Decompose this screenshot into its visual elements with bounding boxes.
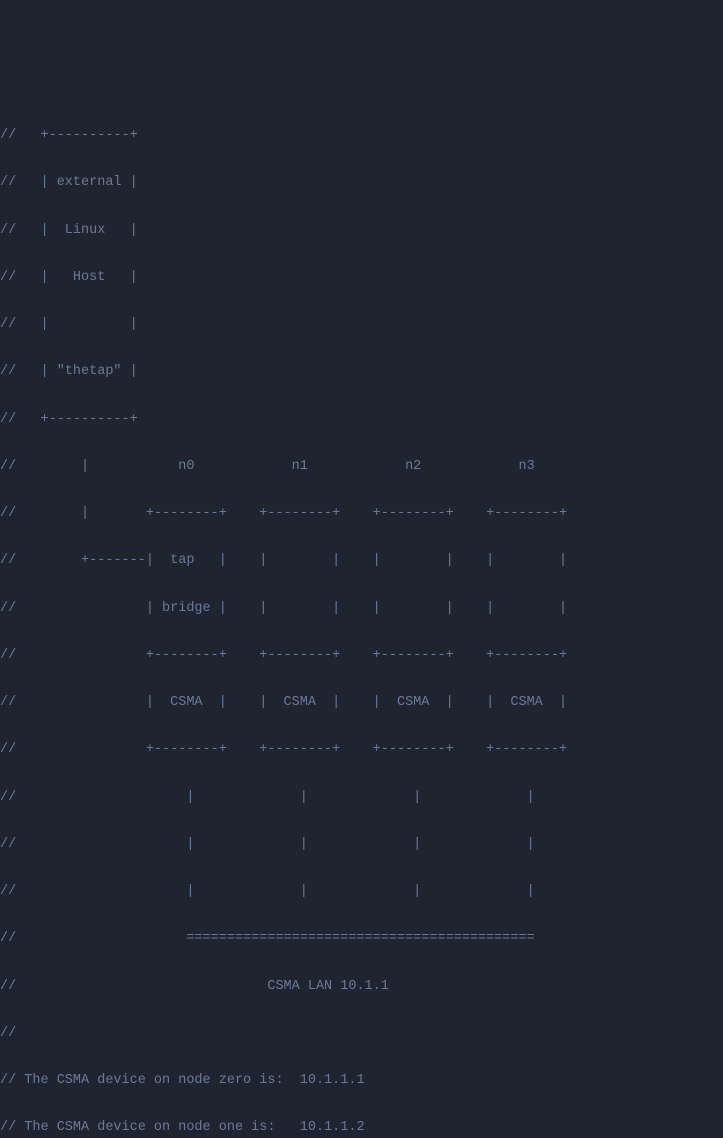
ascii-line: // | | | |	[0, 786, 723, 810]
ascii-line: // | "thetap" |	[0, 360, 723, 384]
ascii-line: // The CSMA device on node zero is: 10.1…	[0, 1069, 723, 1093]
ascii-line: // | | | |	[0, 833, 723, 857]
ascii-line: // +----------+	[0, 124, 723, 148]
ascii-line: // +----------+	[0, 408, 723, 432]
ascii-line: // | Linux |	[0, 219, 723, 243]
ascii-line: // | |	[0, 313, 723, 337]
ascii-line: // | bridge | | | | | | |	[0, 597, 723, 621]
ascii-line: // | | | |	[0, 880, 723, 904]
ascii-line: // | Host |	[0, 266, 723, 290]
ascii-line: // | +--------+ +--------+ +--------+ +-…	[0, 502, 723, 526]
ascii-line: // =====================================…	[0, 927, 723, 951]
ascii-line: // +--------+ +--------+ +--------+ +---…	[0, 738, 723, 762]
ascii-line: //	[0, 1022, 723, 1046]
ascii-line: // | CSMA | | CSMA | | CSMA | | CSMA |	[0, 691, 723, 715]
ascii-line: // +-------| tap | | | | | | |	[0, 549, 723, 573]
ascii-line: // +--------+ +--------+ +--------+ +---…	[0, 644, 723, 668]
ascii-line: // The CSMA device on node one is: 10.1.…	[0, 1116, 723, 1138]
code-comment-block: // +----------+ // | external | // | Lin…	[0, 101, 723, 1138]
ascii-line: // CSMA LAN 10.1.1	[0, 975, 723, 999]
ascii-line: // | n0 n1 n2 n3	[0, 455, 723, 479]
ascii-line: // | external |	[0, 171, 723, 195]
